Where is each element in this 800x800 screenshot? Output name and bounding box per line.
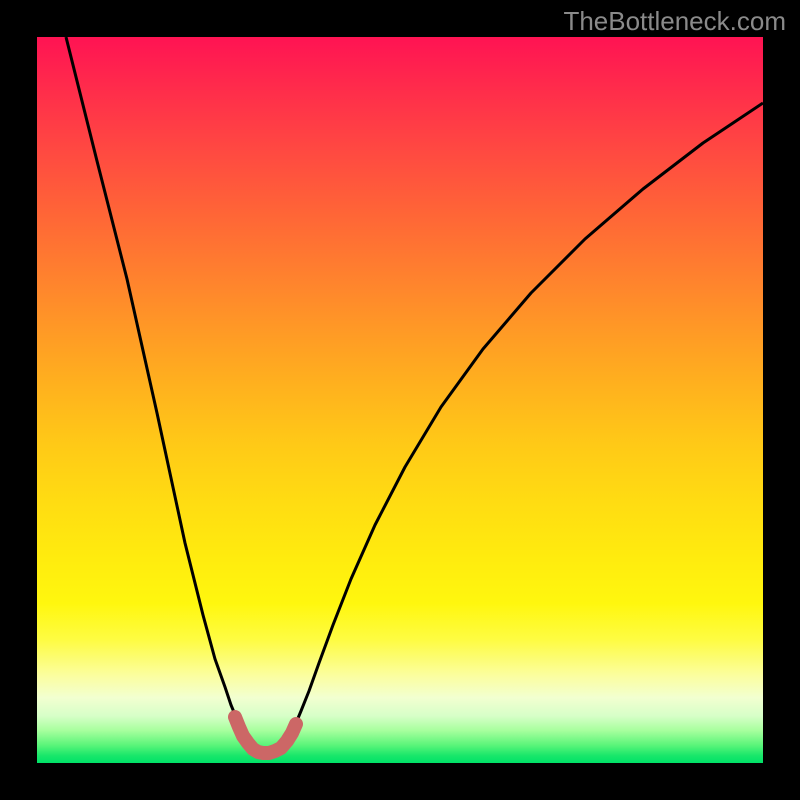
optimal-range-highlight xyxy=(235,717,296,753)
watermark-text: TheBottleneck.com xyxy=(563,6,786,37)
bottleneck-curve xyxy=(66,37,763,753)
plot-area xyxy=(37,37,763,763)
curve-layer xyxy=(37,37,763,763)
chart-frame: TheBottleneck.com xyxy=(0,0,800,800)
